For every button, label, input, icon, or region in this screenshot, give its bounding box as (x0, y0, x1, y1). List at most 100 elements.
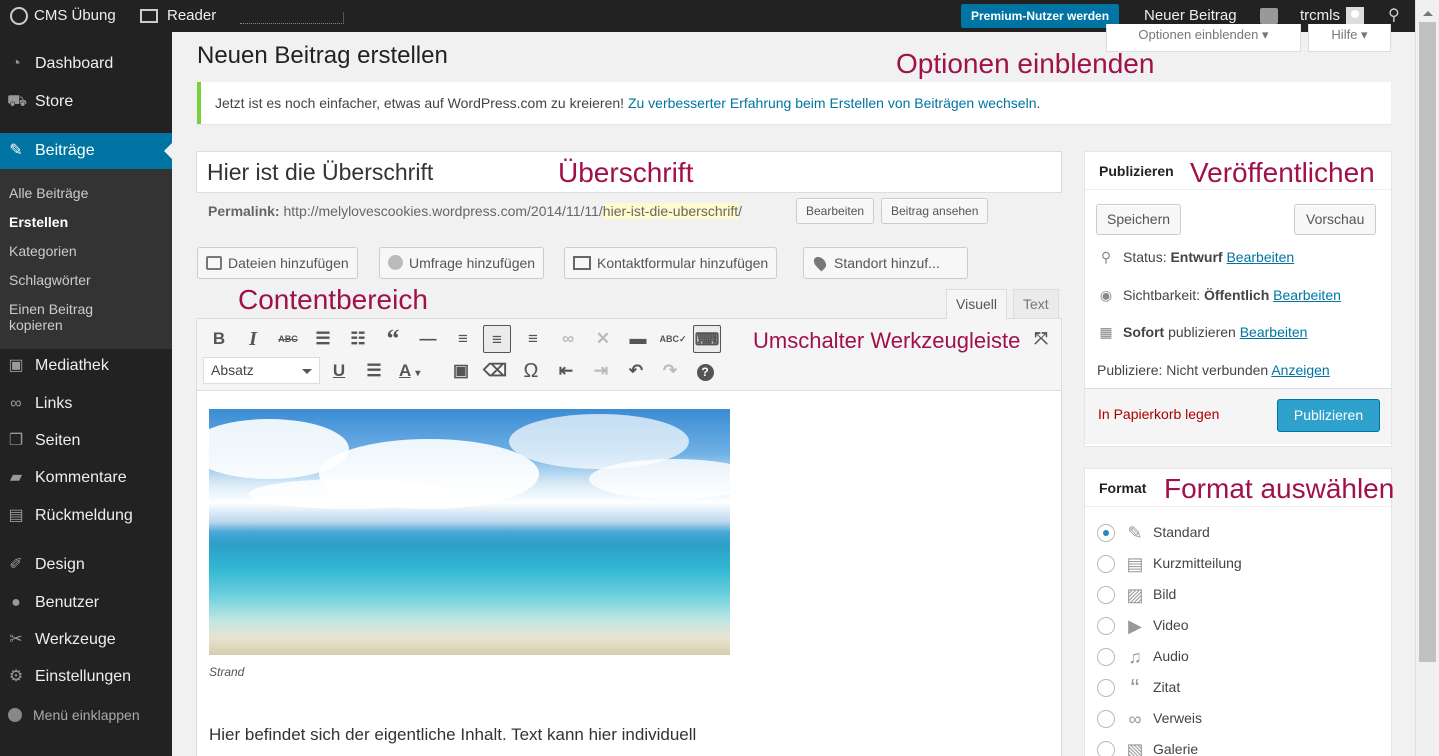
sidebar-item-posts[interactable]: ✎ Beiträge (0, 133, 172, 169)
underline-icon[interactable]: U (325, 357, 353, 385)
site-menu[interactable]: CMS Übung (10, 0, 116, 32)
insert-link-icon[interactable]: ∞ (554, 325, 582, 353)
radio-link[interactable] (1097, 710, 1115, 728)
format-label: Verweis (1153, 710, 1203, 726)
submenu-all-posts[interactable]: Alle Beiträge (0, 185, 172, 201)
beach-image[interactable] (209, 409, 730, 655)
media-icon: ▣ (8, 357, 24, 374)
feedback-icon: ▤ (8, 507, 24, 524)
premium-button[interactable]: Premium-Nutzer werden (961, 4, 1120, 28)
page-scrollbar[interactable] (1415, 0, 1439, 756)
show-connections-link[interactable]: Anzeigen (1271, 362, 1329, 378)
outdent-icon[interactable]: ⇤ (552, 357, 580, 385)
adminbar-search-field[interactable] (240, 12, 344, 24)
sidebar-item-feedback[interactable]: ▤ Rückmeldung (0, 498, 172, 534)
justify-icon[interactable]: ☰ (360, 357, 388, 385)
scroll-up-icon[interactable] (1423, 6, 1433, 16)
sidebar-item-users[interactable]: ● Benutzer (0, 585, 172, 621)
posts-submenu: Alle Beiträge Erstellen Kategorien Schla… (0, 169, 172, 349)
radio-video[interactable] (1097, 617, 1115, 635)
publish-button[interactable]: Publizieren (1277, 399, 1380, 432)
settings-icon: ⚙ (8, 668, 24, 685)
numbered-list-icon[interactable]: ☷ (344, 325, 372, 353)
edit-permalink-button[interactable]: Bearbeiten (796, 198, 875, 224)
add-location-button[interactable]: Standort hinzuf... (803, 247, 968, 279)
sidebar-item-tools[interactable]: ✂ Werkzeuge (0, 622, 172, 658)
remove-link-icon[interactable]: ✕ (589, 325, 617, 353)
sidebar-item-store[interactable]: ⛟ Store (0, 84, 172, 120)
contact-form-icon (573, 255, 591, 270)
brush-icon: ✐ (9, 556, 23, 573)
pin-icon: ✎ (1127, 523, 1143, 543)
collapse-menu-button[interactable]: Menü einklappen (0, 700, 172, 730)
radio-quote[interactable] (1097, 679, 1115, 697)
edit-schedule-link[interactable]: Bearbeiten (1240, 324, 1308, 340)
reader-link[interactable]: Reader (140, 0, 216, 32)
bold-icon[interactable]: B (205, 325, 233, 353)
edit-status-link[interactable]: Bearbeiten (1226, 249, 1294, 265)
dashboard-icon: ◔ (11, 55, 21, 72)
help-icon[interactable]: ? (691, 357, 719, 385)
sidebar-item-design[interactable]: ✐ Design (0, 547, 172, 583)
preview-button[interactable]: Vorschau (1294, 204, 1377, 235)
read-more-icon[interactable]: ▬ (624, 325, 652, 353)
align-left-icon[interactable]: ≡ (449, 325, 477, 353)
sidebar-item-settings[interactable]: ⚙ Einstellungen (0, 659, 172, 695)
post-body-text[interactable]: Hier befindet sich der eigentliche Inhal… (209, 723, 696, 747)
help-button[interactable]: Hilfe ▾ (1308, 24, 1391, 52)
permalink-end: / (738, 203, 743, 219)
horizontal-line-icon[interactable]: — (414, 325, 442, 353)
sidebar-item-comments[interactable]: ▰ Kommentare (0, 460, 172, 496)
submenu-create[interactable]: Erstellen (0, 214, 172, 230)
collapse-label: Menü einklappen (33, 707, 140, 723)
bullet-list-icon[interactable]: ☰ (309, 325, 337, 353)
scrollbar-thumb[interactable] (1419, 22, 1436, 662)
notice-link[interactable]: Zu verbesserter Erfahrung beim Erstellen… (628, 95, 1037, 111)
blockquote-icon[interactable]: “ (379, 325, 407, 353)
toolbar-toggle-icon[interactable]: ⌨ (693, 325, 721, 353)
paste-text-icon[interactable]: ▣ (447, 357, 475, 385)
submenu-tags[interactable]: Schlagwörter (0, 272, 172, 288)
radio-aside[interactable] (1097, 555, 1115, 573)
move-to-trash-link[interactable]: In Papierkorb legen (1098, 406, 1219, 422)
indent-icon[interactable]: ⇥ (587, 357, 615, 385)
radio-audio[interactable] (1097, 648, 1115, 666)
paragraph-format-select[interactable]: Absatz (203, 357, 320, 384)
permalink-slug[interactable]: hier-ist-die-uberschrift (602, 203, 739, 219)
status-label: Status: (1123, 249, 1171, 265)
reader-icon (140, 9, 158, 24)
edit-visibility-link[interactable]: Bearbeiten (1273, 287, 1341, 303)
align-right-icon[interactable]: ≡ (519, 325, 547, 353)
admin-sidebar: ◔ Dashboard ⛟ Store ✎ Beiträge Alle Beiträg… (0, 32, 172, 756)
permalink: Permalink: http://melylovescookies.wordp… (208, 198, 742, 224)
italic-icon[interactable]: I (239, 325, 267, 353)
add-contact-form-button[interactable]: Kontaktformular hinzufügen (564, 247, 778, 279)
clear-formatting-icon[interactable]: ⌫ (481, 357, 509, 385)
submenu-categories[interactable]: Kategorien (0, 243, 172, 259)
radio-gallery[interactable] (1097, 741, 1115, 756)
add-files-button[interactable]: Dateien hinzufügen (197, 247, 358, 279)
add-poll-button[interactable]: Umfrage hinzufügen (379, 247, 545, 279)
content-editor[interactable]: B I ABC ☰ ☷ “ — ≡ ≡ ≡ ∞ ✕ ▬ ABC✓ ⌨ Umsch… (196, 318, 1062, 756)
spellcheck-icon[interactable]: ABC✓ (659, 325, 687, 353)
tab-visual[interactable]: Visuell (946, 289, 1007, 319)
sidebar-item-dashboard[interactable]: ◔ Dashboard (0, 46, 172, 82)
align-center-icon[interactable]: ≡ (483, 325, 511, 353)
strikethrough-icon[interactable]: ABC (274, 325, 302, 353)
add-location-label: Standort hinzuf... (834, 255, 940, 271)
radio-image[interactable] (1097, 586, 1115, 604)
fullscreen-icon[interactable]: ⤧ (1027, 325, 1055, 353)
submenu-copy-post[interactable]: Einen Beitrag kopieren (0, 301, 110, 333)
wrench-icon: ✂ (9, 631, 23, 648)
undo-icon[interactable]: ↶ (622, 357, 650, 385)
view-post-button[interactable]: Beitrag ansehen (881, 198, 989, 224)
text-color-icon[interactable]: A ▾ (395, 357, 439, 385)
sidebar-item-links[interactable]: ∞ Links (0, 386, 172, 422)
tab-text[interactable]: Text (1013, 289, 1059, 319)
sidebar-item-media[interactable]: ▣ Mediathek (0, 348, 172, 384)
redo-icon[interactable]: ↷ (656, 357, 684, 385)
radio-standard[interactable] (1097, 524, 1115, 542)
special-character-icon[interactable]: Ω (517, 357, 545, 385)
save-draft-button[interactable]: Speichern (1096, 204, 1182, 235)
sidebar-item-pages[interactable]: ❐ Seiten (0, 423, 172, 459)
